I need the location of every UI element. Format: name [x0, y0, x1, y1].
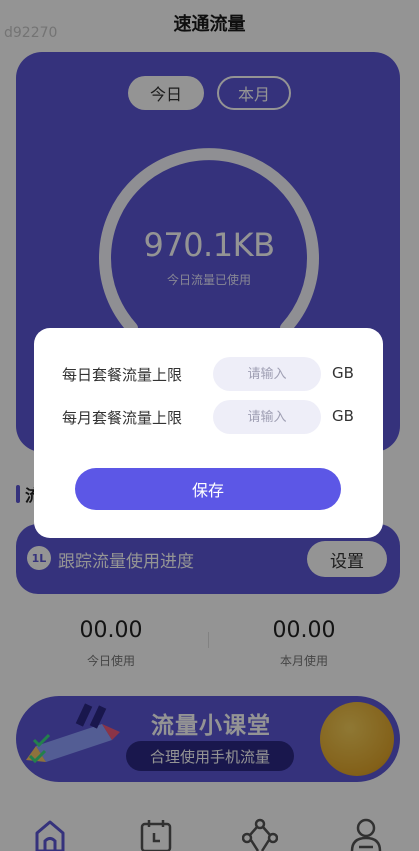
daily-limit-unit: GB	[332, 364, 354, 382]
save-button[interactable]: 保存	[75, 468, 341, 510]
daily-limit-label: 每日套餐流量上限	[62, 366, 183, 384]
monthly-limit-unit: GB	[332, 407, 354, 425]
monthly-limit-label: 每月套餐流量上限	[62, 409, 183, 427]
monthly-limit-input[interactable]	[213, 400, 321, 434]
daily-limit-input[interactable]	[213, 357, 321, 391]
